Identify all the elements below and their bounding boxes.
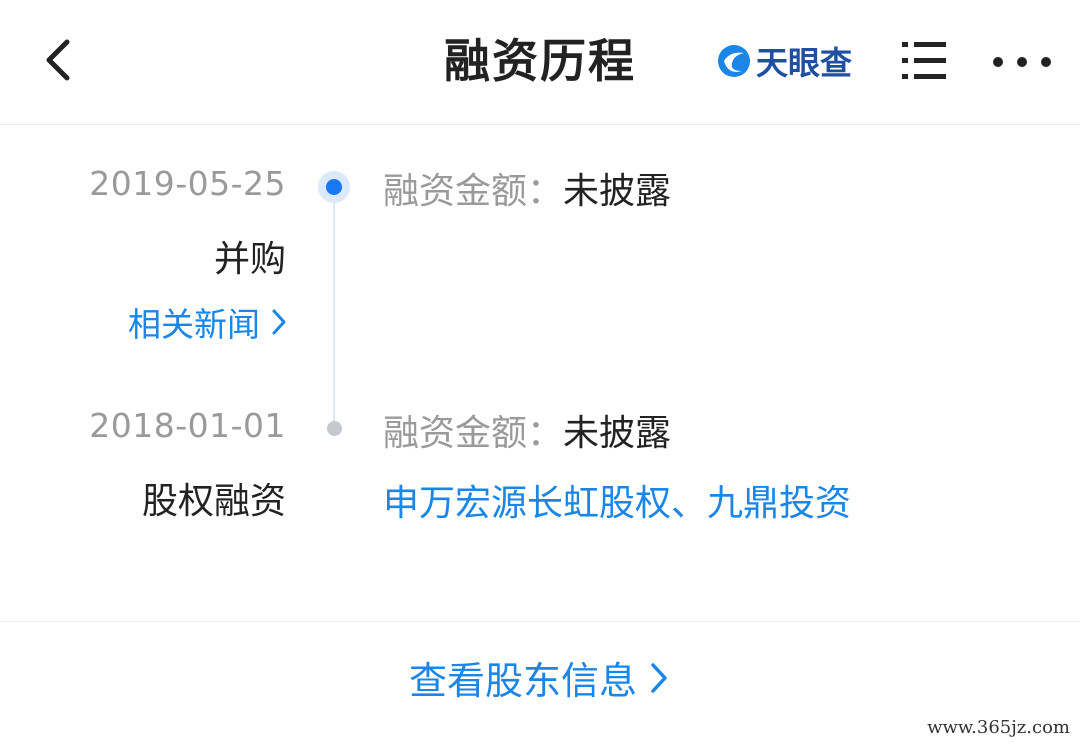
list-menu-button[interactable] bbox=[898, 36, 952, 86]
tianyancha-logo-icon bbox=[718, 45, 750, 77]
back-button[interactable] bbox=[30, 30, 86, 90]
financing-timeline: 2019-05-25 并购 相关新闻 融资金额：未披露 2018-01-01 股… bbox=[0, 124, 1080, 621]
divider bbox=[0, 621, 1080, 622]
event-amount: 融资金额：未披露 bbox=[383, 162, 671, 214]
header-bar: 融资历程 天眼查 bbox=[0, 0, 1080, 125]
event-date: 2018-01-01 bbox=[89, 406, 286, 445]
event-round: 股权融资 bbox=[141, 481, 286, 522]
timeline-line bbox=[333, 189, 335, 434]
brand-logo: 天眼查 bbox=[716, 38, 852, 84]
chevron-left-icon bbox=[46, 39, 70, 81]
page: 融资历程 天眼查 2019-05-25 并购 相关新闻 融资金额：未披露 201… bbox=[0, 0, 1080, 746]
amount-label: 融资金额： bbox=[383, 171, 564, 212]
more-horizontal-icon bbox=[993, 57, 1051, 67]
watermark: www.365jz.com bbox=[927, 717, 1070, 738]
view-shareholders-label: 查看股东信息 bbox=[408, 659, 637, 703]
chevron-right-icon bbox=[651, 662, 667, 693]
timeline-dot-active bbox=[326, 179, 342, 195]
related-news-link[interactable]: 相关新闻 bbox=[128, 298, 290, 346]
event-amount: 融资金额：未披露 bbox=[383, 404, 671, 456]
timeline-dot-inactive bbox=[327, 421, 342, 436]
chevron-right-icon bbox=[272, 309, 286, 335]
brand-name: 天眼查 bbox=[756, 44, 853, 82]
amount-value: 未披露 bbox=[563, 171, 672, 212]
event-round: 并购 bbox=[213, 239, 286, 280]
view-shareholders-link[interactable]: 查看股东信息 bbox=[0, 650, 1080, 705]
event-date: 2019-05-25 bbox=[89, 164, 286, 203]
related-news-label: 相关新闻 bbox=[128, 305, 260, 344]
page-title: 融资历程 bbox=[444, 34, 636, 88]
more-button[interactable] bbox=[988, 40, 1068, 84]
list-menu-icon bbox=[902, 42, 946, 79]
amount-label: 融资金额： bbox=[383, 413, 564, 454]
amount-value: 未披露 bbox=[563, 413, 672, 454]
investors-link[interactable]: 申万宏源长虹股权、九鼎投资 bbox=[383, 474, 851, 526]
